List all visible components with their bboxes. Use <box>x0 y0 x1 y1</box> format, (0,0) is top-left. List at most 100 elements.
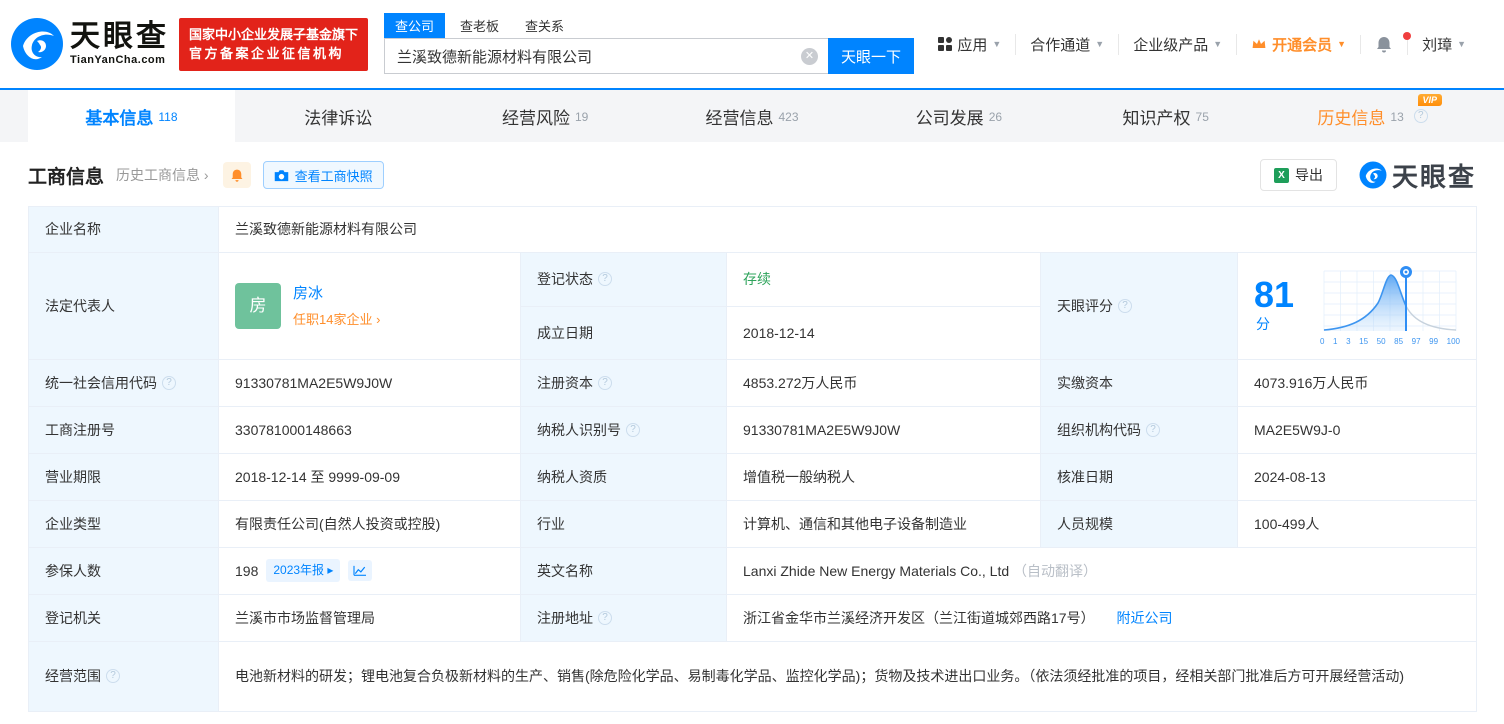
tab-business-info[interactable]: 经营信息 423 <box>649 90 856 142</box>
approval-date-label: 核准日期 <box>1040 452 1238 501</box>
taxpayer-quals-label: 纳税人资质 <box>520 452 727 501</box>
nav-partner[interactable]: 合作通道 ▼ <box>1015 33 1118 55</box>
tab-history-info[interactable]: VIP 历史信息 13 ? <box>1269 90 1476 142</box>
company-name-label: 企业名称 <box>28 206 219 253</box>
business-term-label: 营业期限 <box>28 452 219 501</box>
tab-intellectual-property[interactable]: 知识产权 75 <box>1062 90 1269 142</box>
tab-label: 经营信息 <box>705 108 774 128</box>
legal-rep-positions-link[interactable]: 任职14家企业 › <box>293 310 380 331</box>
reg-authority-label: 登记机关 <box>28 593 219 642</box>
history-business-info-link[interactable]: 历史工商信息 › <box>116 165 209 185</box>
nav-vip-upgrade[interactable]: 开通会员 ▼ <box>1236 33 1360 55</box>
score-label: 天眼评分? <box>1040 252 1238 360</box>
taxpayer-quals-value: 增值税一般纳税人 <box>726 452 1041 501</box>
taxpayer-id-label: 纳税人识别号? <box>520 405 727 454</box>
auto-translate-note: （自动翻译） <box>1013 562 1098 579</box>
export-button[interactable]: X 导出 <box>1259 159 1337 191</box>
annual-report-badge[interactable]: 2023年报 ▸ <box>266 559 341 583</box>
score-unit: 分 <box>1256 315 1270 332</box>
section-title: 工商信息 <box>28 166 105 188</box>
chevron-down-icon: ▼ <box>1213 39 1223 49</box>
search-block: 查公司 查老板 查关系 ✕ 天眼一下 <box>384 13 915 74</box>
clear-search-icon[interactable]: ✕ <box>801 48 819 65</box>
help-icon[interactable]: ? <box>626 422 640 437</box>
logo-title: 天眼查 <box>70 20 169 53</box>
nav-enterprise[interactable]: 企业级产品 ▼ <box>1118 33 1236 55</box>
table-row: 企业类型 有限责任公司(自然人投资或控股) 行业 计算机、通信和其他电子设备制造… <box>28 499 1477 548</box>
help-icon[interactable]: ? <box>1413 109 1428 123</box>
legal-rep-avatar[interactable]: 房 <box>235 282 281 329</box>
help-icon[interactable]: ? <box>106 669 120 684</box>
nav-apps[interactable]: 应用 ▼ <box>924 34 1015 55</box>
vip-badge: VIP <box>1417 94 1443 106</box>
gov-certification-badge: 国家中小企业发展子基金旗下 官方备案企业征信机构 <box>179 17 369 71</box>
nav-user-menu[interactable]: 刘璋 ▼ <box>1407 33 1480 55</box>
tab-label: 知识产权 <box>1122 108 1191 128</box>
establish-date-label: 成立日期 <box>520 305 727 360</box>
trend-chart-button[interactable] <box>348 560 373 582</box>
tab-count: 423 <box>778 110 799 124</box>
tab-count: 19 <box>574 110 589 124</box>
nav-apps-label: 应用 <box>957 36 988 54</box>
tab-count: 75 <box>1195 110 1209 124</box>
english-name-label: 英文名称 <box>520 546 727 595</box>
site-header: 天眼查 TianYanCha.com 国家中小企业发展子基金旗下 官方备案企业征… <box>0 0 1504 88</box>
help-icon[interactable]: ? <box>1118 298 1132 313</box>
business-scope-label: 经营范围? <box>28 640 219 712</box>
score-value: 81分 <box>1254 273 1310 336</box>
reg-address-text: 浙江省金华市兰溪经济开发区（兰江街道城郊西路17号） <box>743 609 1095 626</box>
help-icon[interactable]: ? <box>162 375 176 390</box>
business-info-table: 企业名称 兰溪致德新能源材料有限公司 法定代表人 房 房冰 任职14家企业 › … <box>28 206 1477 712</box>
help-icon[interactable]: ? <box>598 272 612 287</box>
tianyancha-logo[interactable]: 天眼查 TianYanCha.com <box>10 17 169 71</box>
nav-notifications[interactable] <box>1360 31 1412 54</box>
tab-company-development[interactable]: 公司发展 26 <box>855 90 1062 142</box>
industry-value: 计算机、通信和其他电子设备制造业 <box>726 499 1041 548</box>
tianyancha-watermark: 天眼查 <box>1359 157 1476 194</box>
score-curve <box>1323 266 1457 331</box>
industry-label: 行业 <box>520 499 727 548</box>
chevron-down-icon: ▼ <box>1457 39 1466 49</box>
help-icon[interactable]: ? <box>1146 422 1160 437</box>
main-content: 工商信息 历史工商信息 › 查看工商快照 X 导出 天眼查 企业名称 兰溪致德新… <box>0 142 1504 712</box>
tab-basic-info[interactable]: 基本信息 118 <box>28 90 235 142</box>
tab-operating-risk[interactable]: 经营风险 19 <box>442 90 649 142</box>
insured-count-cell: 198 2023年报 ▸ <box>218 546 521 595</box>
tab-legal-litigation[interactable]: 法律诉讼 <box>235 90 442 142</box>
search-tab-relation[interactable]: 查关系 <box>514 13 575 38</box>
establish-date-value: 2018-12-14 <box>726 305 1041 360</box>
score-number: 81 <box>1254 273 1295 315</box>
snapshot-button-label: 查看工商快照 <box>294 168 373 184</box>
help-icon[interactable]: ? <box>598 375 612 390</box>
search-tab-boss[interactable]: 查老板 <box>449 13 510 38</box>
top-nav: 应用 ▼ 合作通道 ▼ 企业级产品 ▼ 开通会员 ▼ 刘璋 ▼ <box>924 31 1480 55</box>
gov-badge-line1: 国家中小企业发展子基金旗下 <box>189 26 359 42</box>
status-badge: 存续 <box>743 271 771 288</box>
username: 刘璋 <box>1422 36 1453 54</box>
table-row: 法定代表人 房 房冰 任职14家企业 › 登记状态? 存续 天眼评分? 81分 <box>28 252 1477 360</box>
search-tab-company[interactable]: 查公司 <box>384 13 446 38</box>
export-button-label: 导出 <box>1294 167 1323 183</box>
tab-count: 26 <box>988 110 1003 124</box>
view-business-snapshot-button[interactable]: 查看工商快照 <box>262 161 384 189</box>
watermark-label: 天眼查 <box>1391 161 1476 192</box>
search-button[interactable]: 天眼一下 <box>828 38 915 74</box>
reg-status-label: 登记状态? <box>520 252 727 307</box>
insured-count-value: 198 <box>235 562 259 579</box>
gov-badge-line2: 官方备案企业征信机构 <box>189 46 345 61</box>
section-header: 工商信息 历史工商信息 › 查看工商快照 X 导出 天眼查 <box>28 158 1476 192</box>
search-input[interactable] <box>385 39 829 73</box>
table-row: 营业期限 2018-12-14 至 9999-09-09 纳税人资质 增值税一般… <box>28 452 1477 501</box>
monitor-bell-button[interactable] <box>222 162 251 188</box>
legal-rep-name-link[interactable]: 房冰 <box>293 282 380 306</box>
nearby-companies-link[interactable]: 附近公司 <box>1116 610 1172 626</box>
table-row: 统一社会信用代码? 91330781MA2E5W9J0W 注册资本? 4853.… <box>28 358 1477 407</box>
english-name-text: Lanxi Zhide New Energy Materials Co., Lt… <box>743 562 1010 579</box>
help-icon[interactable]: ? <box>598 610 612 625</box>
reg-capital-label: 注册资本? <box>520 358 727 407</box>
tianyancha-logo-icon <box>1359 161 1387 189</box>
crown-icon <box>1252 39 1266 48</box>
english-name-value: Lanxi Zhide New Energy Materials Co., Lt… <box>726 546 1477 595</box>
business-term-value: 2018-12-14 至 9999-09-09 <box>218 452 521 501</box>
excel-icon: X <box>1273 167 1289 183</box>
